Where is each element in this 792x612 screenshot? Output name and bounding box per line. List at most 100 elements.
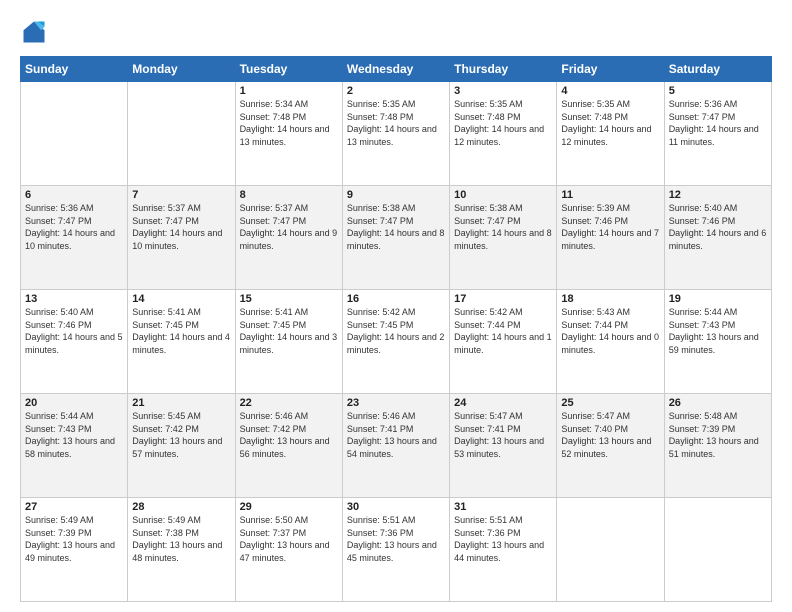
calendar-table: SundayMondayTuesdayWednesdayThursdayFrid… <box>20 56 772 602</box>
day-number: 2 <box>347 85 445 97</box>
day-info: Sunrise: 5:35 AM Sunset: 7:48 PM Dayligh… <box>454 98 552 148</box>
day-cell <box>21 82 128 186</box>
day-number: 4 <box>561 85 659 97</box>
day-info: Sunrise: 5:47 AM Sunset: 7:41 PM Dayligh… <box>454 410 552 460</box>
day-info: Sunrise: 5:37 AM Sunset: 7:47 PM Dayligh… <box>132 202 230 252</box>
header-row: SundayMondayTuesdayWednesdayThursdayFrid… <box>21 57 772 82</box>
day-info: Sunrise: 5:42 AM Sunset: 7:44 PM Dayligh… <box>454 306 552 356</box>
day-info: Sunrise: 5:45 AM Sunset: 7:42 PM Dayligh… <box>132 410 230 460</box>
day-cell: 14Sunrise: 5:41 AM Sunset: 7:45 PM Dayli… <box>128 290 235 394</box>
day-cell: 8Sunrise: 5:37 AM Sunset: 7:47 PM Daylig… <box>235 186 342 290</box>
day-cell: 31Sunrise: 5:51 AM Sunset: 7:36 PM Dayli… <box>450 498 557 602</box>
day-cell: 22Sunrise: 5:46 AM Sunset: 7:42 PM Dayli… <box>235 394 342 498</box>
day-cell: 27Sunrise: 5:49 AM Sunset: 7:39 PM Dayli… <box>21 498 128 602</box>
day-number: 1 <box>240 85 338 97</box>
day-info: Sunrise: 5:46 AM Sunset: 7:41 PM Dayligh… <box>347 410 445 460</box>
day-cell: 10Sunrise: 5:38 AM Sunset: 7:47 PM Dayli… <box>450 186 557 290</box>
day-number: 5 <box>669 85 767 97</box>
header-cell-sunday: Sunday <box>21 57 128 82</box>
day-info: Sunrise: 5:35 AM Sunset: 7:48 PM Dayligh… <box>347 98 445 148</box>
day-number: 16 <box>347 293 445 305</box>
day-info: Sunrise: 5:48 AM Sunset: 7:39 PM Dayligh… <box>669 410 767 460</box>
day-info: Sunrise: 5:35 AM Sunset: 7:48 PM Dayligh… <box>561 98 659 148</box>
day-cell: 26Sunrise: 5:48 AM Sunset: 7:39 PM Dayli… <box>664 394 771 498</box>
day-info: Sunrise: 5:50 AM Sunset: 7:37 PM Dayligh… <box>240 514 338 564</box>
day-info: Sunrise: 5:40 AM Sunset: 7:46 PM Dayligh… <box>669 202 767 252</box>
day-number: 12 <box>669 189 767 201</box>
week-row-4: 27Sunrise: 5:49 AM Sunset: 7:39 PM Dayli… <box>21 498 772 602</box>
day-number: 14 <box>132 293 230 305</box>
day-number: 13 <box>25 293 123 305</box>
week-row-1: 6Sunrise: 5:36 AM Sunset: 7:47 PM Daylig… <box>21 186 772 290</box>
day-number: 10 <box>454 189 552 201</box>
header-cell-tuesday: Tuesday <box>235 57 342 82</box>
day-info: Sunrise: 5:44 AM Sunset: 7:43 PM Dayligh… <box>25 410 123 460</box>
day-cell: 7Sunrise: 5:37 AM Sunset: 7:47 PM Daylig… <box>128 186 235 290</box>
day-info: Sunrise: 5:40 AM Sunset: 7:46 PM Dayligh… <box>25 306 123 356</box>
day-cell: 15Sunrise: 5:41 AM Sunset: 7:45 PM Dayli… <box>235 290 342 394</box>
day-number: 23 <box>347 397 445 409</box>
day-cell <box>664 498 771 602</box>
day-number: 17 <box>454 293 552 305</box>
day-cell: 24Sunrise: 5:47 AM Sunset: 7:41 PM Dayli… <box>450 394 557 498</box>
header <box>20 18 772 46</box>
day-cell: 9Sunrise: 5:38 AM Sunset: 7:47 PM Daylig… <box>342 186 449 290</box>
day-number: 3 <box>454 85 552 97</box>
day-number: 19 <box>669 293 767 305</box>
day-cell: 19Sunrise: 5:44 AM Sunset: 7:43 PM Dayli… <box>664 290 771 394</box>
day-info: Sunrise: 5:38 AM Sunset: 7:47 PM Dayligh… <box>347 202 445 252</box>
day-number: 26 <box>669 397 767 409</box>
day-info: Sunrise: 5:42 AM Sunset: 7:45 PM Dayligh… <box>347 306 445 356</box>
day-number: 30 <box>347 501 445 513</box>
day-number: 6 <box>25 189 123 201</box>
week-row-0: 1Sunrise: 5:34 AM Sunset: 7:48 PM Daylig… <box>21 82 772 186</box>
day-cell <box>128 82 235 186</box>
day-cell: 20Sunrise: 5:44 AM Sunset: 7:43 PM Dayli… <box>21 394 128 498</box>
week-row-3: 20Sunrise: 5:44 AM Sunset: 7:43 PM Dayli… <box>21 394 772 498</box>
day-number: 31 <box>454 501 552 513</box>
day-number: 20 <box>25 397 123 409</box>
day-info: Sunrise: 5:49 AM Sunset: 7:39 PM Dayligh… <box>25 514 123 564</box>
day-info: Sunrise: 5:49 AM Sunset: 7:38 PM Dayligh… <box>132 514 230 564</box>
day-cell <box>557 498 664 602</box>
day-number: 27 <box>25 501 123 513</box>
day-cell: 18Sunrise: 5:43 AM Sunset: 7:44 PM Dayli… <box>557 290 664 394</box>
day-number: 15 <box>240 293 338 305</box>
header-cell-saturday: Saturday <box>664 57 771 82</box>
day-number: 28 <box>132 501 230 513</box>
page: SundayMondayTuesdayWednesdayThursdayFrid… <box>0 0 792 612</box>
day-info: Sunrise: 5:36 AM Sunset: 7:47 PM Dayligh… <box>25 202 123 252</box>
day-cell: 30Sunrise: 5:51 AM Sunset: 7:36 PM Dayli… <box>342 498 449 602</box>
day-info: Sunrise: 5:47 AM Sunset: 7:40 PM Dayligh… <box>561 410 659 460</box>
day-info: Sunrise: 5:41 AM Sunset: 7:45 PM Dayligh… <box>132 306 230 356</box>
day-number: 25 <box>561 397 659 409</box>
day-cell: 25Sunrise: 5:47 AM Sunset: 7:40 PM Dayli… <box>557 394 664 498</box>
day-number: 7 <box>132 189 230 201</box>
day-cell: 21Sunrise: 5:45 AM Sunset: 7:42 PM Dayli… <box>128 394 235 498</box>
day-info: Sunrise: 5:37 AM Sunset: 7:47 PM Dayligh… <box>240 202 338 252</box>
day-number: 24 <box>454 397 552 409</box>
day-cell: 6Sunrise: 5:36 AM Sunset: 7:47 PM Daylig… <box>21 186 128 290</box>
week-row-2: 13Sunrise: 5:40 AM Sunset: 7:46 PM Dayli… <box>21 290 772 394</box>
header-cell-monday: Monday <box>128 57 235 82</box>
day-cell: 17Sunrise: 5:42 AM Sunset: 7:44 PM Dayli… <box>450 290 557 394</box>
day-cell: 3Sunrise: 5:35 AM Sunset: 7:48 PM Daylig… <box>450 82 557 186</box>
day-info: Sunrise: 5:41 AM Sunset: 7:45 PM Dayligh… <box>240 306 338 356</box>
day-number: 9 <box>347 189 445 201</box>
day-cell: 28Sunrise: 5:49 AM Sunset: 7:38 PM Dayli… <box>128 498 235 602</box>
day-info: Sunrise: 5:43 AM Sunset: 7:44 PM Dayligh… <box>561 306 659 356</box>
day-number: 22 <box>240 397 338 409</box>
day-info: Sunrise: 5:46 AM Sunset: 7:42 PM Dayligh… <box>240 410 338 460</box>
day-number: 21 <box>132 397 230 409</box>
day-info: Sunrise: 5:36 AM Sunset: 7:47 PM Dayligh… <box>669 98 767 148</box>
day-cell: 12Sunrise: 5:40 AM Sunset: 7:46 PM Dayli… <box>664 186 771 290</box>
day-cell: 13Sunrise: 5:40 AM Sunset: 7:46 PM Dayli… <box>21 290 128 394</box>
logo-icon <box>20 18 48 46</box>
day-cell: 2Sunrise: 5:35 AM Sunset: 7:48 PM Daylig… <box>342 82 449 186</box>
day-number: 11 <box>561 189 659 201</box>
day-cell: 23Sunrise: 5:46 AM Sunset: 7:41 PM Dayli… <box>342 394 449 498</box>
header-cell-thursday: Thursday <box>450 57 557 82</box>
day-cell: 5Sunrise: 5:36 AM Sunset: 7:47 PM Daylig… <box>664 82 771 186</box>
day-number: 18 <box>561 293 659 305</box>
day-cell: 4Sunrise: 5:35 AM Sunset: 7:48 PM Daylig… <box>557 82 664 186</box>
